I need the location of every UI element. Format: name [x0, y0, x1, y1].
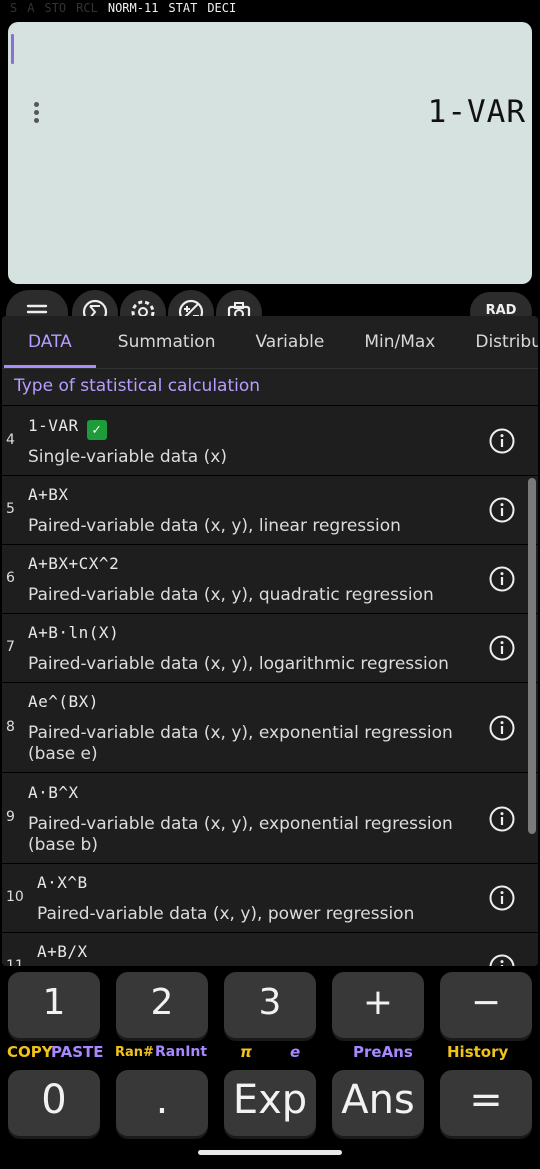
tab-bar: DATA Summation Variable Min/Max Distribu…	[2, 316, 538, 368]
status-s: S	[10, 1, 18, 15]
item-formula: A+B/X	[37, 942, 88, 961]
calculator-display[interactable]: 1-VAR	[8, 22, 532, 284]
info-icon[interactable]	[488, 884, 516, 912]
key-equals[interactable]: =	[440, 1070, 532, 1136]
status-deci: DECI	[207, 1, 237, 15]
item-number: 5	[6, 501, 15, 517]
stat-panel: DATA Summation Variable Min/Max Distribu…	[2, 316, 538, 966]
item-formula: A·B^X	[28, 783, 79, 802]
key-minus[interactable]: −	[440, 972, 532, 1038]
list-item-exponential-b[interactable]: 9 A·B^X Paired-variable data (x, y), exp…	[2, 772, 538, 863]
info-icon[interactable]	[488, 634, 516, 662]
tab-minmax[interactable]: Min/Max	[344, 316, 455, 368]
text-cursor	[11, 34, 14, 64]
list-item-1var[interactable]: 4 1-VAR ✓ Single-variable data (x)	[2, 405, 538, 475]
list-item-logarithmic[interactable]: 7 A+B·ln(X) Paired-variable data (x, y),…	[2, 613, 538, 682]
key-decimal[interactable]: .	[116, 1070, 208, 1136]
status-stat: STAT	[168, 1, 198, 15]
item-description: Paired-variable data (x, y), quadratic r…	[28, 585, 434, 605]
status-sto: STO	[44, 1, 67, 15]
more-vert-icon[interactable]	[34, 102, 40, 126]
home-indicator[interactable]	[198, 1150, 342, 1155]
item-formula: A·X^B	[37, 873, 88, 892]
section-title: Type of statistical calculation	[14, 376, 261, 396]
label-paste: PASTE	[51, 1043, 104, 1061]
item-number: 11	[6, 958, 24, 966]
status-norm: NORM-11	[107, 1, 159, 15]
label-e: e	[290, 1043, 301, 1061]
tab-divider	[2, 368, 538, 369]
list-item-power[interactable]: 10 A·X^B Paired-variable data (x, y), po…	[2, 863, 538, 932]
item-description: Paired-variable data (x, y), power regre…	[37, 904, 415, 924]
info-icon[interactable]	[488, 427, 516, 455]
key-1[interactable]: 1	[8, 972, 100, 1038]
key-ans[interactable]: Ans	[332, 1070, 424, 1136]
item-formula: Ae^(BX)	[28, 692, 99, 711]
scrollbar-thumb[interactable]	[528, 478, 536, 834]
tab-summation[interactable]: Summation	[98, 316, 236, 368]
item-formula: A+B·ln(X)	[28, 623, 120, 642]
list-item-linear[interactable]: 5 A+BX Paired-variable data (x, y), line…	[2, 475, 538, 544]
label-ran: Ran#	[115, 1045, 154, 1060]
item-description: Paired-variable data (x, y), linear regr…	[28, 516, 401, 536]
item-number: 9	[6, 809, 15, 825]
key-2[interactable]: 2	[116, 972, 208, 1038]
tab-variable[interactable]: Variable	[235, 316, 344, 368]
item-description: Paired-variable data (x, y), logarithmic…	[28, 654, 449, 674]
item-description: Single-variable data (x)	[28, 447, 227, 467]
tab-data[interactable]: DATA	[2, 316, 98, 368]
display-expression: 1-VAR	[427, 94, 526, 130]
key-exp[interactable]: Exp	[224, 1070, 316, 1136]
item-number: 10	[6, 889, 24, 905]
list-item-inverse[interactable]: 11 A+B/X	[2, 932, 538, 966]
item-number: 8	[6, 719, 15, 735]
item-number: 6	[6, 570, 15, 586]
info-icon[interactable]	[488, 953, 516, 966]
status-rcl: RCL	[76, 1, 98, 15]
item-number: 4	[6, 432, 15, 448]
label-preans: PreAns	[353, 1043, 413, 1061]
item-number: 7	[6, 639, 15, 655]
key-0[interactable]: 0	[8, 1070, 100, 1136]
label-copy: COPY	[7, 1043, 53, 1061]
item-formula: A+BX+CX^2	[28, 554, 120, 573]
list-item-exponential-e[interactable]: 8 Ae^(BX) Paired-variable data (x, y), e…	[2, 682, 538, 772]
info-icon[interactable]	[488, 714, 516, 742]
item-formula: A+BX	[28, 485, 69, 504]
tab-distribution[interactable]: Distribution	[455, 316, 538, 368]
info-icon[interactable]	[488, 565, 516, 593]
check-icon: ✓	[86, 420, 107, 440]
info-icon[interactable]	[488, 496, 516, 524]
key-plus[interactable]: +	[332, 972, 424, 1038]
key-3[interactable]: 3	[224, 972, 316, 1038]
label-ranint: RanInt	[155, 1044, 208, 1060]
item-formula: 1-VAR ✓	[28, 416, 107, 440]
item-description: Paired-variable data (x, y), exponential…	[28, 814, 453, 855]
status-a: A	[27, 1, 35, 15]
list-item-quadratic[interactable]: 6 A+BX+CX^2 Paired-variable data (x, y),…	[2, 544, 538, 613]
item-description: Paired-variable data (x, y), exponential…	[28, 723, 453, 764]
label-pi: π	[240, 1043, 252, 1061]
status-bar: S A STO RCL NORM-11 STAT DECI	[10, 0, 236, 16]
label-history: History	[447, 1043, 509, 1061]
info-icon[interactable]	[488, 805, 516, 833]
